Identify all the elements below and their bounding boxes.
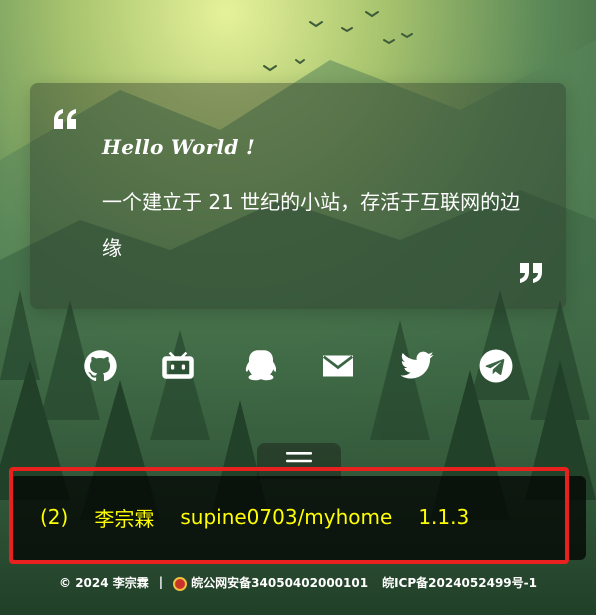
social-links <box>0 346 596 386</box>
quote-card: Hello World ! 一个建立于 21 世纪的小站，存活于互联网的边缘 <box>30 83 566 309</box>
footer-version: 1.1.3 <box>418 505 470 529</box>
copyright-text: © 2024 李宗霖 <box>59 575 149 590</box>
police-badge-icon <box>173 577 188 591</box>
icp-record-link[interactable]: 皖ICP备2024052499号-1 <box>382 574 537 591</box>
twitter-link[interactable] <box>397 346 437 386</box>
footer-index: (2) <box>40 505 69 529</box>
footer-info-line: (2) 李宗霖 supine0703/myhome 1.1.3 <box>40 500 469 534</box>
copyright-separator: | <box>158 575 164 589</box>
github-link[interactable] <box>80 346 120 386</box>
email-icon <box>322 355 354 377</box>
qq-icon <box>245 350 276 381</box>
bilibili-icon <box>162 351 194 379</box>
telegram-icon <box>479 349 513 383</box>
intro-text: 一个建立于 21 世纪的小站，存活于互联网的边缘 <box>102 190 521 260</box>
qq-link[interactable] <box>238 346 278 386</box>
footer-author: 李宗霖 <box>94 506 155 531</box>
quote-close-icon <box>520 263 542 283</box>
github-icon <box>84 350 117 382</box>
email-link[interactable] <box>318 346 358 386</box>
bilibili-link[interactable] <box>158 346 198 386</box>
quote-open-icon <box>54 109 76 129</box>
police-record-link[interactable]: 皖公网安备34050402000101 <box>191 574 368 591</box>
copyright-line: © 2024 李宗霖 | 皖公网安备34050402000101 皖ICP备20… <box>0 572 596 592</box>
footer-repo-link[interactable]: supine0703/myhome <box>180 505 392 529</box>
greeting-text: Hello World ! <box>102 135 256 159</box>
telegram-link[interactable] <box>476 346 516 386</box>
twitter-icon <box>400 351 434 379</box>
